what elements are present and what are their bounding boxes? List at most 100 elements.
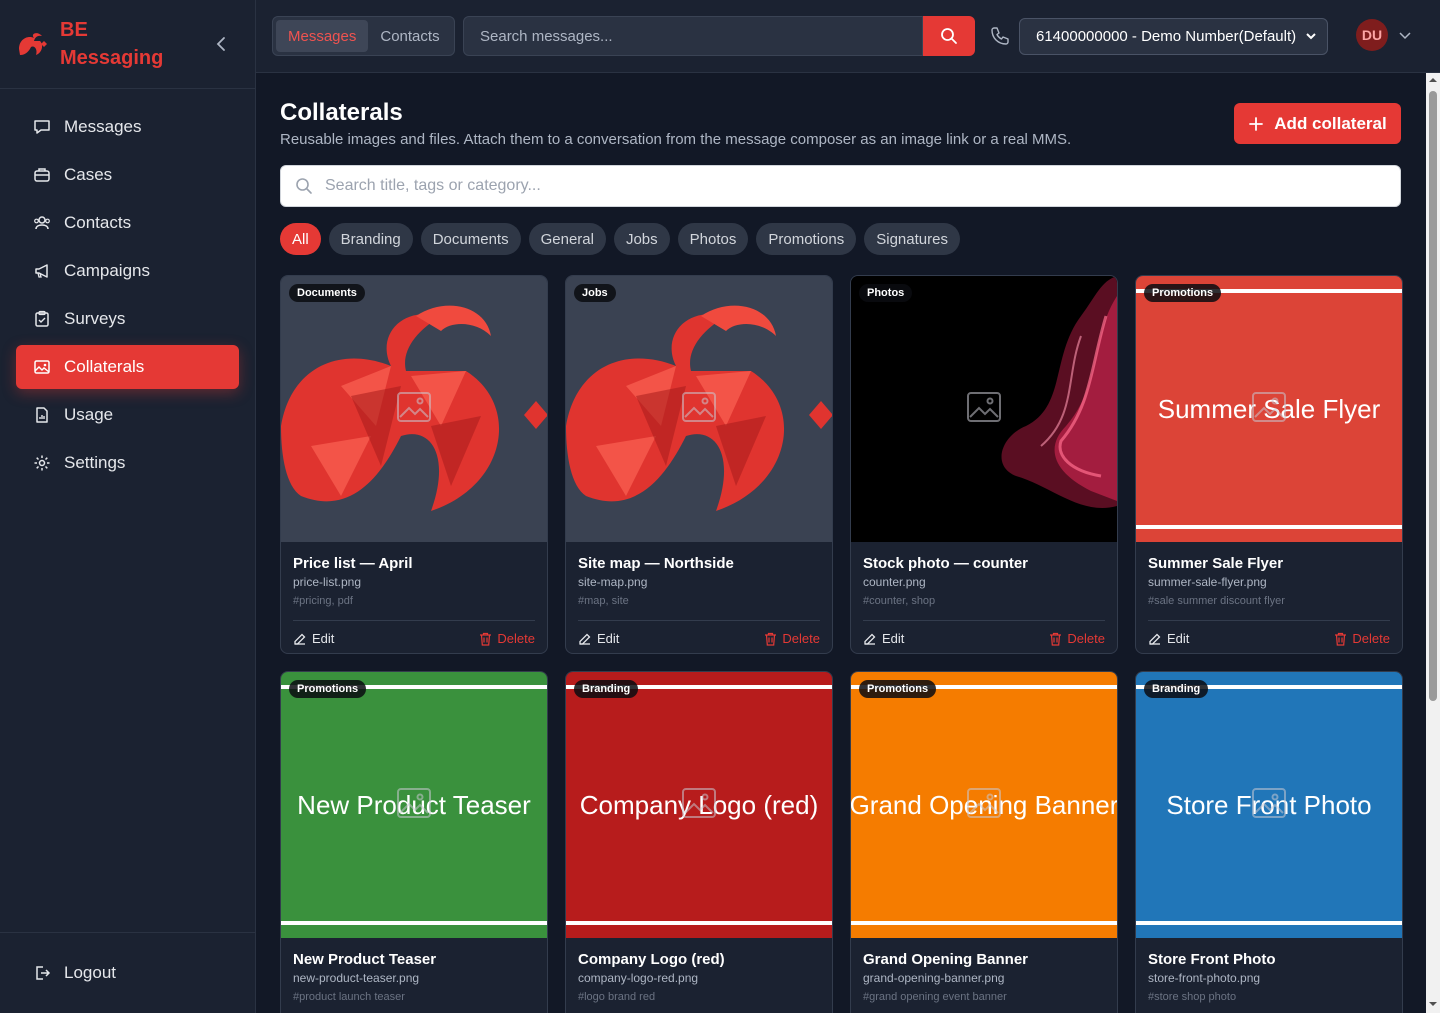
collateral-thumbnail[interactable]: Photos [851,276,1117,542]
image-placeholder-icon [682,392,716,422]
filter-branding[interactable]: Branding [328,223,413,255]
sidebar-item-surveys[interactable]: Surveys [16,297,239,341]
scroll-up-icon[interactable] [1429,76,1437,84]
search-icon [296,178,312,194]
collateral-search-input[interactable]: Search title, tags or category... [280,165,1401,207]
logout-button[interactable]: Logout [16,951,239,995]
collateral-card[interactable]: Company Logo (red) Branding Company Logo… [565,671,833,1013]
collateral-search-placeholder: Search title, tags or category... [325,177,541,194]
sidebar-item-usage[interactable]: Usage [16,393,239,437]
collateral-card[interactable]: Grand Opening Banner Promotions Grand Op… [850,671,1118,1013]
chat-icon [32,117,52,137]
sidebar-item-label: Surveys [64,309,126,328]
collateral-thumbnail[interactable]: New Product Teaser Promotions [281,672,547,938]
filter-general[interactable]: General [528,223,606,255]
card-body: Price list — April price-list.png #prici… [281,542,547,653]
edit-button[interactable]: Edit [293,631,334,646]
collateral-card[interactable]: Jobs Site map — Northside site-map.png #… [565,275,833,654]
collateral-thumbnail[interactable]: Store Front Photo Branding [1136,672,1402,938]
collateral-thumbnail[interactable]: Company Logo (red) Branding [566,672,832,938]
message-search-button[interactable] [923,16,975,56]
edit-label: Edit [1167,631,1190,646]
banner-line [1136,921,1402,925]
collateral-filename: price-list.png [293,575,362,589]
delete-button[interactable]: Delete [764,631,820,646]
collateral-title: Grand Opening Banner [863,951,1029,968]
banner-line [281,921,547,925]
collateral-thumbnail[interactable]: Documents [281,276,547,542]
delete-label: Delete [1067,631,1105,646]
scroll-down-icon[interactable] [1429,1000,1437,1008]
delete-button[interactable]: Delete [1334,631,1390,646]
filter-documents[interactable]: Documents [420,223,521,255]
image-placeholder-icon [397,392,431,422]
category-badge: Branding [574,680,639,698]
collateral-grid: Documents Price list — April price-list.… [280,275,1403,1013]
collapse-sidebar-chevron-icon[interactable] [212,34,232,54]
collateral-card[interactable]: Summer Sale Flyer Promotions Summer Sale… [1135,275,1403,654]
trash-icon [1335,632,1347,646]
filter-photos[interactable]: Photos [677,223,749,255]
edit-button[interactable]: Edit [1148,631,1189,646]
user-menu-chevron-icon[interactable] [1398,28,1412,42]
collateral-thumbnail[interactable]: Grand Opening Banner Promotions [851,672,1117,938]
collateral-card[interactable]: Photos Stock photo — counter counter.png… [850,275,1118,654]
collateral-filename: company-logo-red.png [578,971,699,985]
collateral-card[interactable]: New Product Teaser Promotions New Produc… [280,671,548,1013]
sidebar-item-label: Contacts [64,213,132,232]
collateral-card[interactable]: Store Front Photo Branding Store Front P… [1135,671,1403,1013]
tab-contacts[interactable]: Contacts [368,20,451,52]
image-placeholder-icon [1252,788,1286,818]
category-badge: Promotions [1144,284,1222,302]
tab-messages[interactable]: Messages [276,20,369,52]
collateral-tags: #counter, shop [863,595,936,607]
briefcase-icon [32,165,52,185]
gear-icon [32,453,52,473]
sidebar-item-collaterals[interactable]: Collaterals [16,345,239,389]
edit-button[interactable]: Edit [578,631,619,646]
collateral-title: Price list — April [293,555,413,572]
collateral-tags: #pricing, pdf [293,595,353,607]
sidebar-item-messages[interactable]: Messages [16,105,239,149]
sender-number-select[interactable]: 61400000000 - Demo Number(Default) [1019,18,1328,55]
logout-icon [32,963,52,983]
banner-line [1136,525,1402,529]
delete-label: Delete [497,631,535,646]
collateral-tags: #store shop photo [1148,991,1237,1003]
collateral-card[interactable]: Documents Price list — April price-list.… [280,275,548,654]
collateral-title: Store Front Photo [1148,951,1276,968]
megaphone-icon [32,261,52,281]
brand-line-2: Messaging [60,47,164,69]
message-search-input[interactable]: Search messages... [463,16,923,56]
category-filters: All Branding Documents General Jobs Phot… [280,223,960,255]
filter-all[interactable]: All [280,223,321,255]
scrollbar-thumb[interactable] [1429,91,1437,701]
sidebar-item-campaigns[interactable]: Campaigns [16,249,239,293]
collateral-thumbnail[interactable]: Summer Sale Flyer Promotions [1136,276,1402,542]
sidebar-item-contacts[interactable]: Contacts [16,201,239,245]
page-subtitle: Reusable images and files. Attach them t… [280,131,1072,148]
filter-jobs[interactable]: Jobs [613,223,670,255]
brand-header: BE Messaging [0,0,255,89]
card-actions: Edit Delete [578,620,820,646]
delete-button[interactable]: Delete [1049,631,1105,646]
sidebar-item-settings[interactable]: Settings [16,441,239,485]
sidebar-item-label: Collaterals [64,357,145,376]
page-scrollbar[interactable] [1426,73,1440,1013]
filter-signatures[interactable]: Signatures [864,223,960,255]
sidebar-item-cases[interactable]: Cases [16,153,239,197]
category-badge: Documents [289,284,365,302]
phone-icon [991,27,1009,45]
filter-promotions[interactable]: Promotions [756,223,857,255]
main-content: Collaterals Reusable images and files. A… [256,73,1426,1013]
edit-button[interactable]: Edit [863,631,904,646]
users-icon [32,213,52,233]
brand-name: BE Messaging [60,16,190,72]
collateral-filename: counter.png [863,575,926,589]
category-badge: Photos [859,284,913,302]
user-avatar[interactable]: DU [1356,19,1388,51]
add-collateral-button[interactable]: Add collateral [1234,103,1401,144]
sidebar-item-label: Messages [64,117,142,136]
delete-button[interactable]: Delete [479,631,535,646]
collateral-thumbnail[interactable]: Jobs [566,276,832,542]
